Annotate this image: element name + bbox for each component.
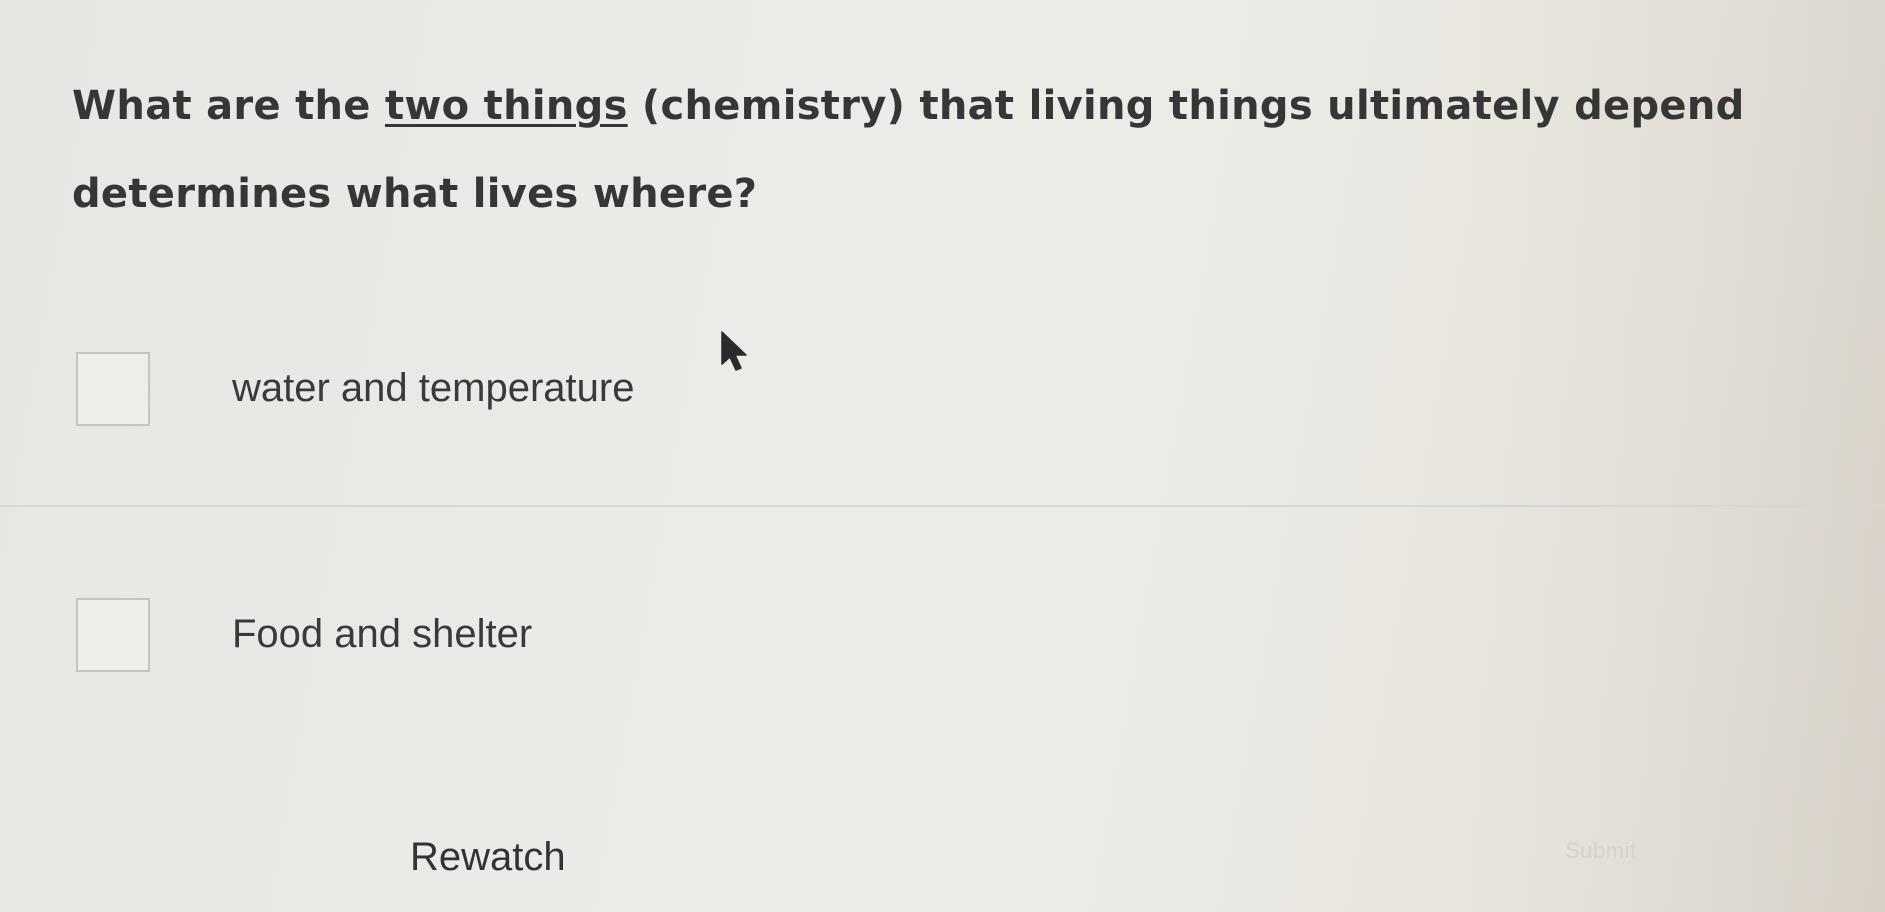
arrow-pointer-icon xyxy=(721,331,747,371)
question-prefix: What are the xyxy=(72,83,385,129)
answer-checkbox-2[interactable] xyxy=(76,598,150,672)
answer-label-2: Food and shelter xyxy=(232,612,533,656)
rewatch-button[interactable]: Rewatch xyxy=(410,835,566,880)
answer-label-1: water and temperature xyxy=(232,366,635,410)
question-underlined-phrase: two things xyxy=(384,83,628,129)
answer-option-1[interactable]: water and temperature xyxy=(76,352,1176,428)
option-divider xyxy=(0,505,1885,507)
submit-button[interactable]: Submit xyxy=(1565,838,1636,864)
answer-checkbox-1[interactable] xyxy=(76,352,150,426)
question-text: What are the two things (chemistry) that… xyxy=(72,62,1885,238)
answer-option-2[interactable]: Food and shelter xyxy=(76,598,1176,674)
